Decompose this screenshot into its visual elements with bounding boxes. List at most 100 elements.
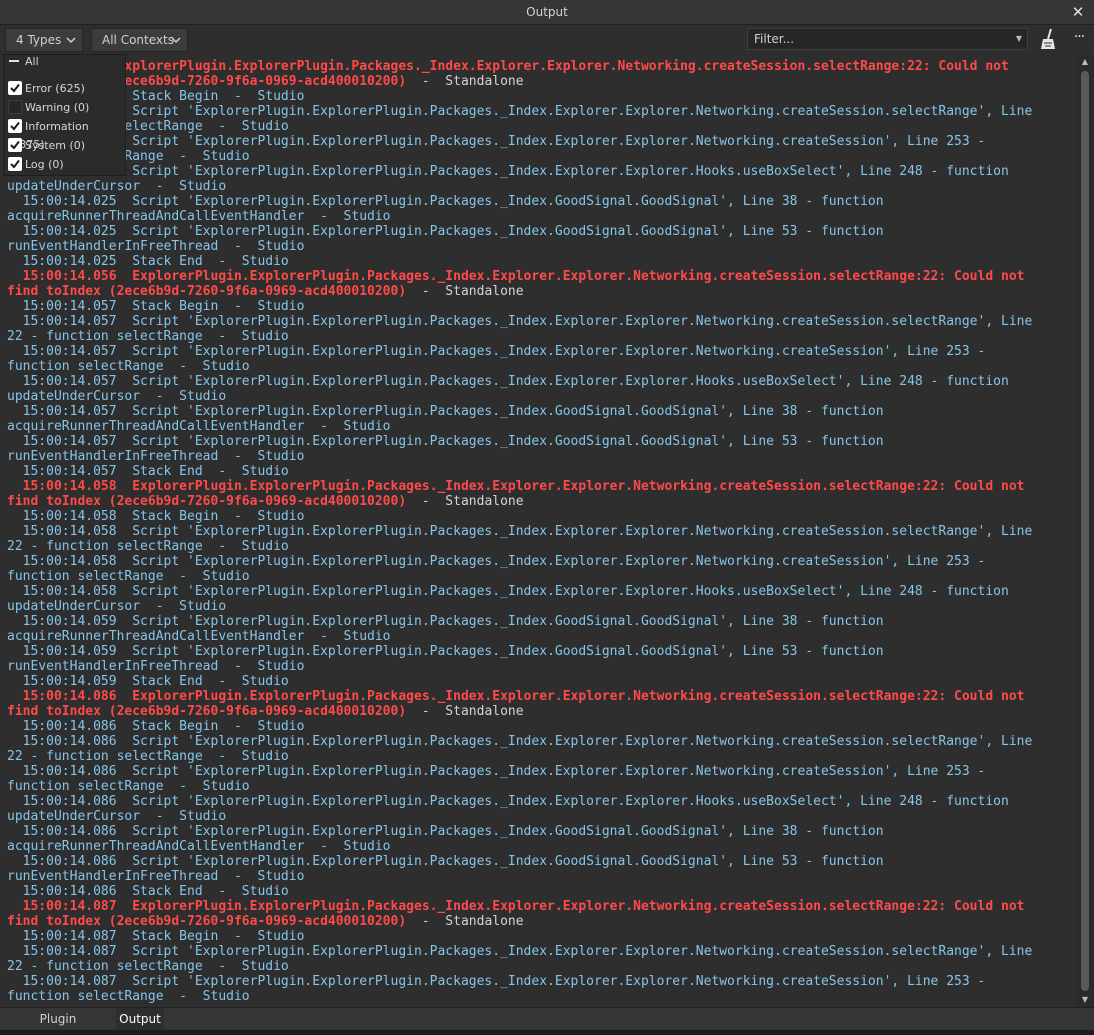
checkbox-checked-icon[interactable] [8, 138, 22, 152]
log-line-info: 22 - function selectRange - Studio [7, 749, 289, 764]
scroll-up-icon[interactable]: ▲ [1076, 55, 1094, 69]
filter-option-label: System (0) [25, 139, 86, 152]
tab-plugin-management[interactable]: Plugin Management [3, 1008, 113, 1035]
log-line-info: 15:00:14.057 Script 'ExplorerPlugin.Expl… [7, 344, 986, 359]
log-line-info: function selectRange - Studio [7, 989, 250, 1004]
log-line-text: function selectRange - Studio [7, 989, 250, 1004]
tab-output[interactable]: Output [116, 1008, 164, 1030]
log-line-text: 15:00:14.087 Script 'ExplorerPlugin.Expl… [7, 974, 986, 989]
filter-input[interactable] [747, 28, 1028, 50]
log-line-text: 15:00:14.058 Script 'ExplorerPlugin.Expl… [7, 584, 1009, 599]
log-line-info: 15:00:14.057 Stack End - Studio [7, 464, 289, 479]
log-line-info: 15:00:14.086 Script 'ExplorerPlugin.Expl… [7, 824, 884, 839]
log-line-info: updateUnderCursor - Studio [7, 599, 226, 614]
log-line-text: 15:00:14.086 Stack End - Studio [7, 884, 289, 899]
log-line-text: 15:00:14.086 Script 'ExplorerPlugin.Expl… [7, 764, 986, 779]
log-line-text: 22 - function selectRange - Studio [7, 959, 289, 974]
log-line-text: 15:00:14.058 ExplorerPlugin.ExplorerPlug… [7, 479, 1025, 494]
log-line-context: - Standalone [406, 284, 524, 299]
log-line-context: - Standalone [406, 494, 524, 509]
filter-option[interactable]: Warning (0) [8, 99, 89, 117]
vertical-scrollbar[interactable]: ▲ ▼ [1076, 55, 1094, 1007]
log-line-error: 15:00:14.087 ExplorerPlugin.ExplorerPlug… [7, 899, 1025, 914]
log-line-info: function selectRange - Studio [7, 359, 250, 374]
filter-option-label: Log (0) [25, 158, 64, 171]
log-line-error: find toIndex (2ece6b9d-7260-9f6a-0969-ac… [7, 284, 524, 299]
log-line-error: find toIndex (2ece6b9d-7260-9f6a-0969-ac… [7, 494, 524, 509]
checkbox-checked-icon[interactable] [8, 81, 22, 95]
log-line-info: 15:00:14.059 Script 'ExplorerPlugin.Expl… [7, 644, 884, 659]
toolbar: 4 Types All Contexts ▼ ··· [0, 25, 1094, 55]
checkbox-checked-icon[interactable] [8, 119, 22, 133]
log-line-error: 15:00:14.056 ExplorerPlugin.ExplorerPlug… [7, 269, 1025, 284]
log-line-error: 15:00:14.058 ExplorerPlugin.ExplorerPlug… [7, 479, 1025, 494]
log-line-info: 15:00:14.059 Script 'ExplorerPlugin.Expl… [7, 614, 884, 629]
more-options-icon[interactable]: ··· [1068, 27, 1090, 51]
filter-option[interactable]: System (0) [8, 137, 85, 155]
log-line-info: 22 - function selectRange - Studio [7, 329, 289, 344]
log-line-text: 15:00:14.086 Script 'ExplorerPlugin.Expl… [7, 854, 884, 869]
log-line-text: runEventHandlerInFreeThread - Studio [7, 239, 305, 254]
log-line-info: 15:00:14.087 Stack Begin - Studio [7, 929, 305, 944]
filter-option[interactable]: Error (625) [8, 80, 85, 98]
checkbox-unchecked-icon[interactable] [8, 100, 22, 114]
log-line-info: runEventHandlerInFreeThread - Studio [7, 239, 304, 254]
log-line-text: 15:00:14.057 Stack End - Studio [7, 464, 289, 479]
log-line-text: acquireRunnerThreadAndCallEventHandler -… [7, 839, 391, 854]
minus-icon [9, 60, 19, 62]
log-line-info: 15:00:14.057 Script 'ExplorerPlugin.Expl… [7, 404, 884, 419]
log-line-info: 15:00:14.087 Script 'ExplorerPlugin.Expl… [7, 974, 986, 989]
log-line-text: 15:00:14.057 Script 'ExplorerPlugin.Expl… [7, 314, 1033, 329]
log-line-context: - Standalone [406, 74, 524, 89]
filter-all-option[interactable]: All [8, 53, 39, 71]
output-window: Output ✕ 4 Types All Contexts ▼ ··· 15:0… [0, 0, 1094, 1035]
log-line-text: 15:00:14.086 Script 'ExplorerPlugin.Expl… [7, 824, 884, 839]
types-dropdown[interactable]: 4 Types [5, 28, 83, 52]
log-line-text: 15:00:14.058 Script 'ExplorerPlugin.Expl… [7, 524, 1033, 539]
log-line-text: runEventHandlerInFreeThread - Studio [7, 659, 305, 674]
filter-option[interactable]: Information (4375) [8, 118, 125, 151]
filter-option-label: Warning (0) [25, 101, 90, 114]
log-line-text: 15:00:14.025 Script 'ExplorerPlugin.Expl… [7, 134, 986, 149]
log-line-text: find toIndex (2ece6b9d-7260-9f6a-0969-ac… [7, 704, 407, 719]
log-line-info: 15:00:14.086 Script 'ExplorerPlugin.Expl… [7, 794, 1009, 809]
log-line-text: runEventHandlerInFreeThread - Studio [7, 449, 305, 464]
close-icon[interactable]: ✕ [1068, 2, 1088, 22]
log-line-text: 15:00:14.087 Stack Begin - Studio [7, 929, 305, 944]
log-line-info: 15:00:14.025 Script 'ExplorerPlugin.Expl… [7, 104, 1033, 119]
scrollbar-thumb[interactable] [1081, 71, 1089, 991]
filter-option[interactable]: Log (0) [8, 156, 64, 174]
window-title: Output [526, 5, 568, 19]
log-line-text: 15:00:14.057 Stack Begin - Studio [7, 299, 305, 314]
output-log[interactable]: 15:00:14.024 ExplorerPlugin.ExplorerPlug… [0, 55, 1076, 1007]
log-line-text: 15:00:14.057 Script 'ExplorerPlugin.Expl… [7, 374, 1009, 389]
log-line-info: 15:00:14.057 Script 'ExplorerPlugin.Expl… [7, 434, 884, 449]
log-line-text: 15:00:14.058 Stack Begin - Studio [7, 509, 305, 524]
log-line-info: updateUnderCursor - Studio [7, 179, 226, 194]
log-line-info: acquireRunnerThreadAndCallEventHandler -… [7, 209, 391, 224]
clear-output-icon[interactable] [1036, 27, 1060, 53]
log-line-context: - Standalone [406, 704, 524, 719]
log-line-info: acquireRunnerThreadAndCallEventHandler -… [7, 419, 391, 434]
log-line-text: 15:00:14.086 Stack Begin - Studio [7, 719, 305, 734]
checkbox-checked-icon[interactable] [8, 157, 22, 171]
log-line-text: function selectRange - Studio [7, 569, 250, 584]
log-line-info: 15:00:14.086 Stack End - Studio [7, 884, 289, 899]
log-line-info: 15:00:14.086 Script 'ExplorerPlugin.Expl… [7, 734, 1033, 749]
log-line-info: 15:00:14.058 Stack Begin - Studio [7, 509, 305, 524]
log-line-info: acquireRunnerThreadAndCallEventHandler -… [7, 839, 391, 854]
log-line-info: 15:00:14.025 Script 'ExplorerPlugin.Expl… [7, 134, 986, 149]
log-line-info: 15:00:14.058 Script 'ExplorerPlugin.Expl… [7, 584, 1009, 599]
log-line-text: updateUnderCursor - Studio [7, 179, 227, 194]
log-line-text: updateUnderCursor - Studio [7, 809, 227, 824]
scroll-down-icon[interactable]: ▼ [1076, 993, 1094, 1007]
log-line-info: runEventHandlerInFreeThread - Studio [7, 659, 304, 674]
bottom-strip [0, 1030, 1094, 1035]
log-line-text: 15:00:14.087 Script 'ExplorerPlugin.Expl… [7, 944, 1033, 959]
log-line-info: updateUnderCursor - Studio [7, 809, 226, 824]
log-line-info: 15:00:14.058 Script 'ExplorerPlugin.Expl… [7, 554, 986, 569]
log-line-text: 22 - function selectRange - Studio [7, 329, 289, 344]
log-line-text: 15:00:14.024 ExplorerPlugin.ExplorerPlug… [7, 59, 1009, 74]
contexts-dropdown[interactable]: All Contexts [91, 28, 188, 52]
log-line-text: 15:00:14.086 Script 'ExplorerPlugin.Expl… [7, 794, 1009, 809]
